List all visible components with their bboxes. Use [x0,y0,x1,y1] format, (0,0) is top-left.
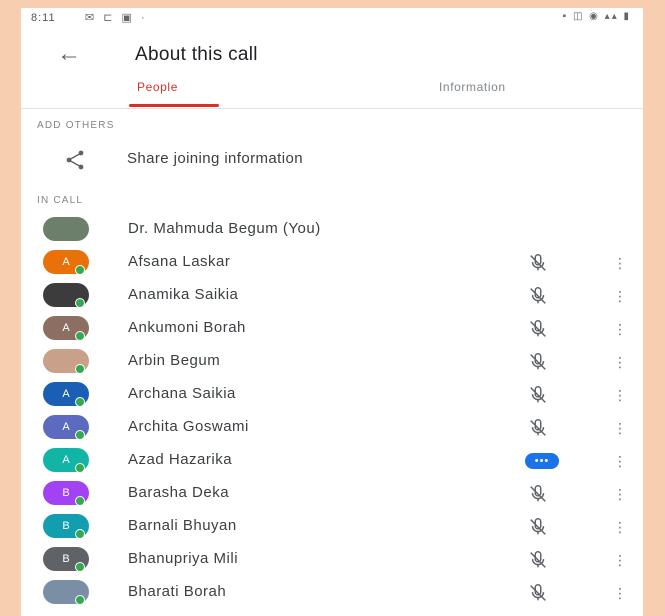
speaking-indicator-icon: ••• [525,453,559,469]
more-options-icon[interactable]: ⋮ [613,482,627,506]
online-status-dot [75,265,85,275]
participant-row[interactable]: Bharati Borah ⋮ [21,577,643,610]
avatar-initial: B [62,553,70,565]
online-status-dot [75,298,85,308]
back-arrow-icon[interactable]: ← [57,40,85,68]
more-options-icon[interactable]: ⋮ [613,383,627,407]
online-status-dot [75,331,85,341]
system-icons: ▪ ◫ ◉ ▴▴ ▮ [562,11,631,22]
participant-avatar: B [43,481,89,506]
mic-off-icon [527,318,549,340]
mic-off-icon [527,549,549,571]
participant-avatar: B [43,547,89,572]
avatar-initial: B [62,487,70,499]
participant-name: Bhanupriya Mili [128,550,239,567]
online-status-dot [75,364,85,374]
participant-name: Anamika Saikia [128,286,239,303]
more-options-icon[interactable]: ⋮ [613,449,627,473]
app-bar: ← About this call [21,34,643,78]
notification-icons: ✉ ⊏ ▣ · [85,12,148,24]
participant-name: Archita Goswami [128,418,249,435]
more-options-icon[interactable]: ⋮ [613,350,627,374]
avatar-initial: A [62,256,70,268]
participant-name: Arbin Begum [128,352,221,369]
more-options-icon[interactable]: ⋮ [613,581,627,605]
mic-off-icon [527,285,549,307]
online-status-dot [75,397,85,407]
avatar-initial: B [62,520,70,532]
more-options-icon[interactable]: ⋮ [613,284,627,308]
share-joining-info-row[interactable]: Share joining information [21,140,643,180]
participant-name: Barnali Bhuyan [128,517,237,534]
online-status-dot [75,463,85,473]
section-label-add-others: ADD OTHERS [37,120,115,131]
participant-name: Afsana Laskar [128,253,231,270]
participant-avatar [43,217,89,241]
avatar-initial: A [62,322,70,334]
participant-avatar: A [43,448,89,473]
participant-name: Archana Saikia [128,385,236,402]
participant-row[interactable]: A Archana Saikia ⋮ [21,379,643,412]
participant-row[interactable]: A Afsana Laskar ⋮ [21,247,643,280]
participant-avatar [43,349,89,374]
mic-off-icon [527,351,549,373]
active-tab-indicator [129,104,219,107]
participant-avatar: A [43,382,89,407]
participant-row[interactable]: B Bhanupriya Mili ⋮ [21,544,643,577]
participant-row[interactable]: A Ankumoni Borah ⋮ [21,313,643,346]
participant-name: Bharati Borah [128,583,227,600]
participant-name: Ankumoni Borah [128,319,246,336]
participant-name: Dr. Mahmuda Begum (You) [128,220,321,237]
share-joining-info-label: Share joining information [127,150,303,167]
online-status-dot [75,496,85,506]
participant-row[interactable]: B Barasha Deka ⋮ [21,478,643,511]
status-time: 8:11 [31,12,56,24]
participant-avatar: A [43,250,89,275]
online-status-dot [75,562,85,572]
participant-row[interactable]: Dr. Mahmuda Begum (You) [21,214,643,247]
participant-name: Barasha Deka [128,484,230,501]
participant-name: Azad Hazarika [128,451,233,468]
call-details-screen: 8:11 ✉ ⊏ ▣ · ▪ ◫ ◉ ▴▴ ▮ ← About this cal… [21,8,643,616]
avatar-initial: A [62,421,70,433]
mic-off-icon [527,252,549,274]
participant-row[interactable]: A Azad Hazarika ••• ⋮ [21,445,643,478]
tab-people[interactable]: People [137,80,178,94]
mic-off-icon [527,384,549,406]
online-status-dot [75,595,85,605]
online-status-dot [75,430,85,440]
participant-avatar: B [43,514,89,539]
mic-off-icon [527,417,549,439]
tab-bar: People Information [21,76,643,109]
more-options-icon[interactable]: ⋮ [613,515,627,539]
participant-row[interactable]: B Barnali Bhuyan ⋮ [21,511,643,544]
status-bar: 8:11 ✉ ⊏ ▣ · ▪ ◫ ◉ ▴▴ ▮ [21,8,643,34]
participant-row[interactable]: A Archita Goswami ⋮ [21,412,643,445]
mic-off-icon [527,582,549,604]
participant-avatar [43,283,89,308]
avatar-initial: A [62,388,70,400]
participant-list: Dr. Mahmuda Begum (You) A Afsana Laskar ⋮ An… [21,214,643,610]
more-options-icon[interactable]: ⋮ [613,548,627,572]
mic-off-icon [527,483,549,505]
mic-off-icon [527,516,549,538]
online-status-dot [75,529,85,539]
more-options-icon[interactable]: ⋮ [613,251,627,275]
avatar-initial: A [62,454,70,466]
more-options-icon[interactable]: ⋮ [613,317,627,341]
section-label-in-call: IN CALL [37,195,84,206]
participant-row[interactable]: Arbin Begum ⋮ [21,346,643,379]
share-icon [66,150,84,170]
participant-row[interactable]: Anamika Saikia ⋮ [21,280,643,313]
more-options-icon[interactable]: ⋮ [613,416,627,440]
participant-avatar: A [43,415,89,440]
tab-information[interactable]: Information [439,80,506,94]
participant-avatar: A [43,316,89,341]
participant-avatar [43,580,89,605]
page-title: About this call [135,44,258,65]
